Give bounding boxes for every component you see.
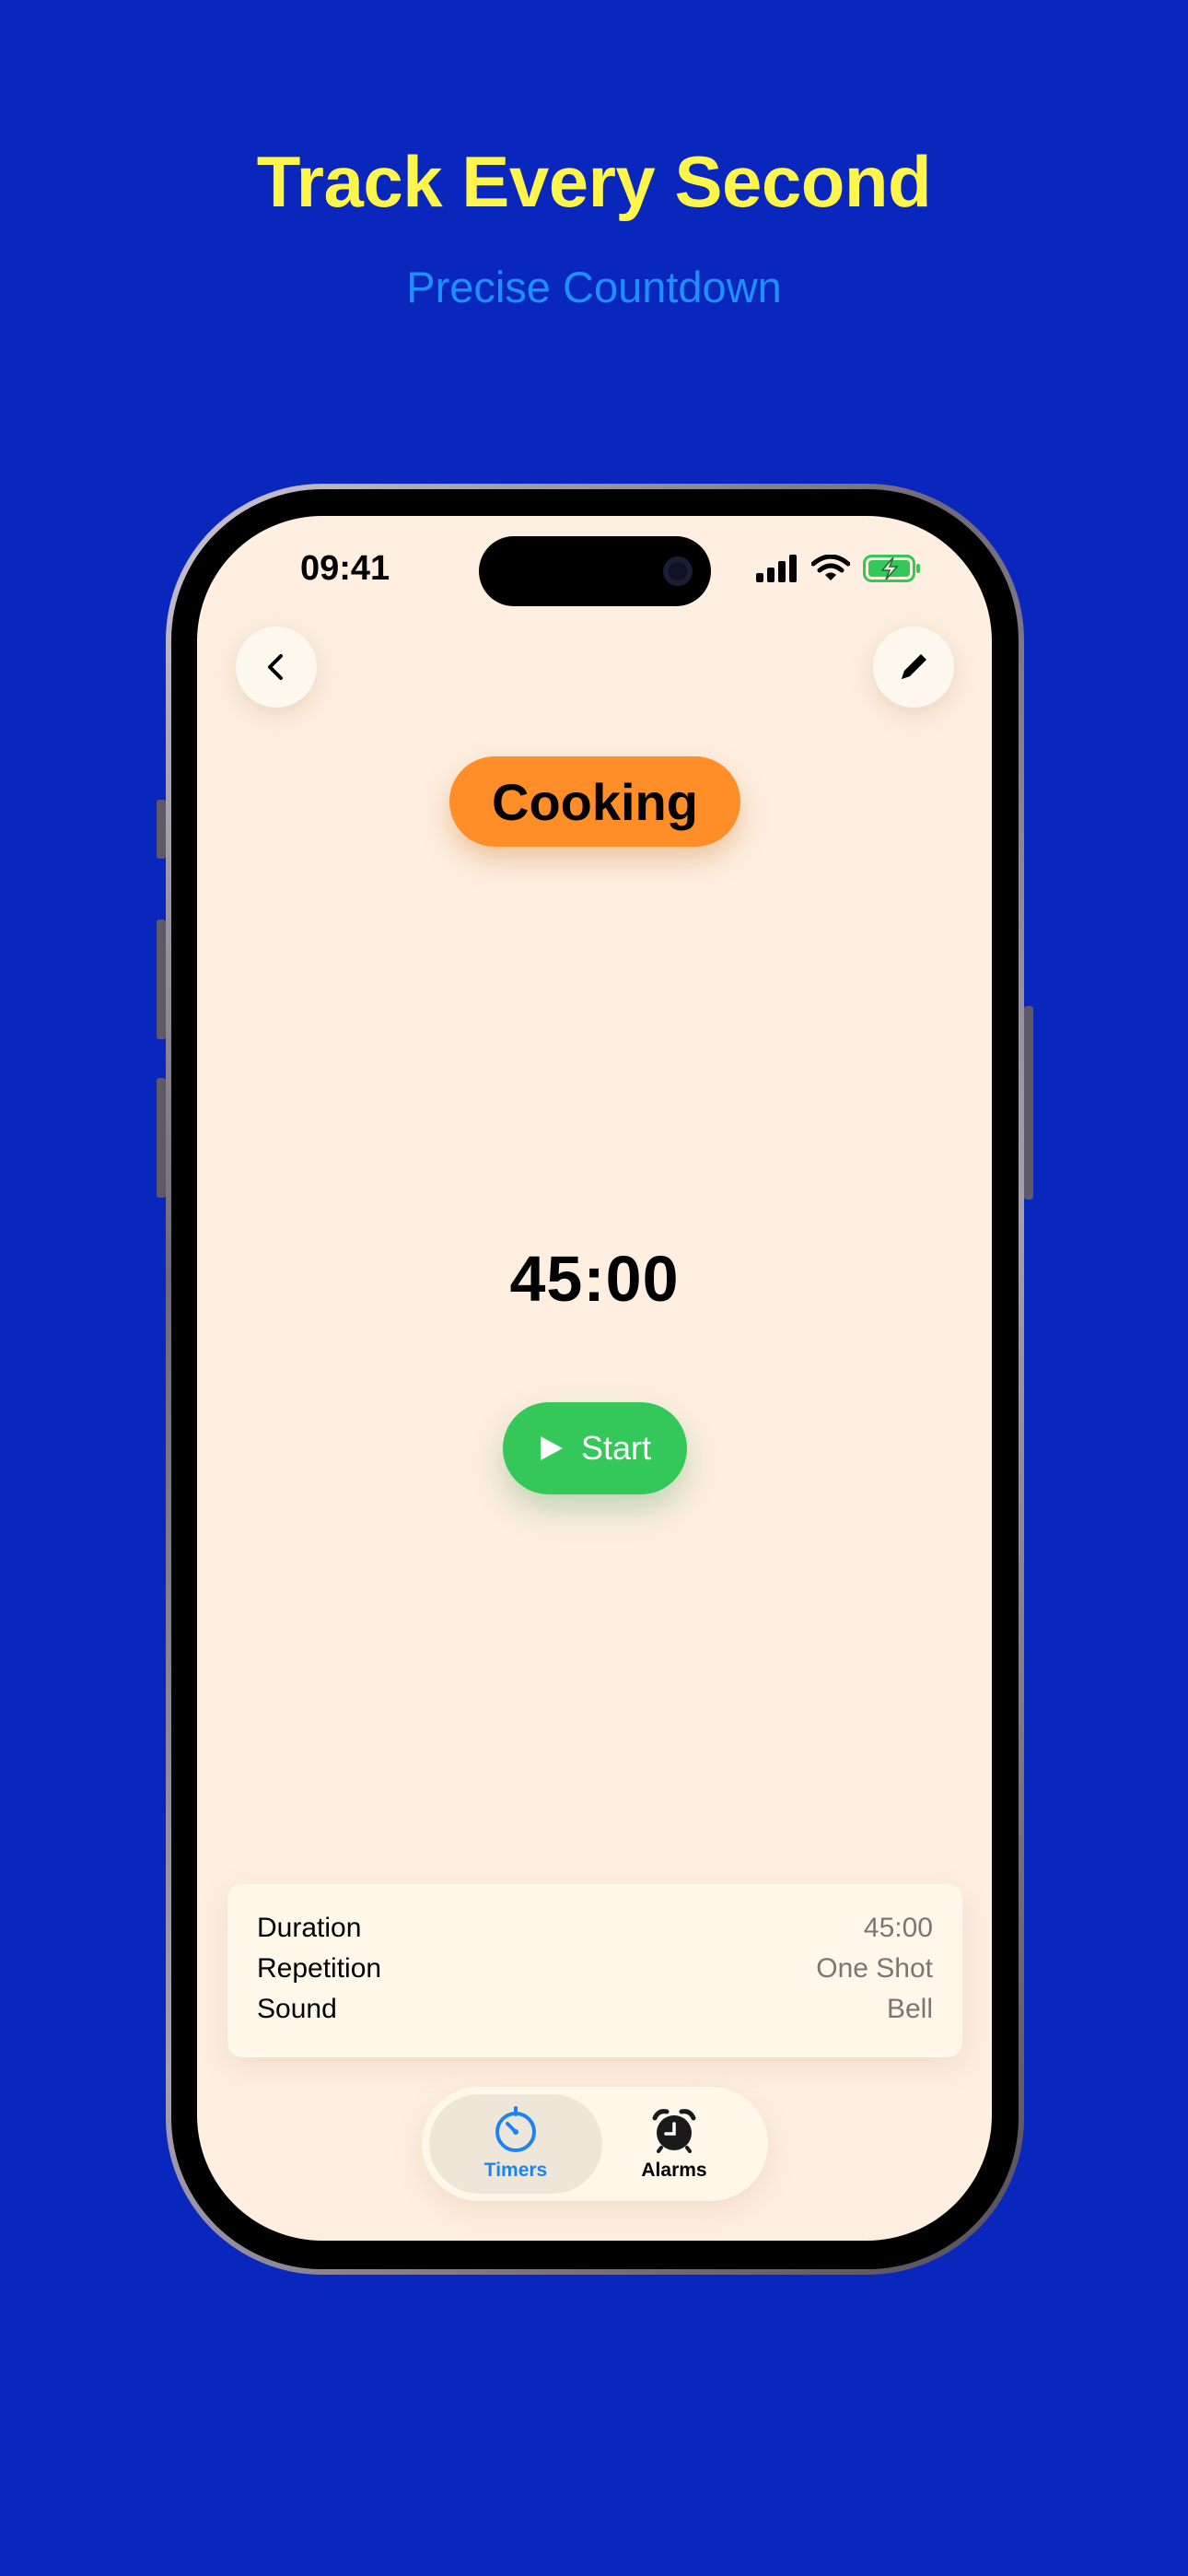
detail-row-duration: Duration 45:00 (257, 1908, 933, 1949)
detail-row-sound: Sound Bell (257, 1989, 933, 2030)
battery-charging-icon (863, 555, 920, 582)
power-button (1024, 1006, 1033, 1200)
volume-down-button (157, 1078, 166, 1198)
stopwatch-icon (495, 2106, 536, 2152)
detail-label: Duration (257, 1913, 362, 1943)
detail-row-repetition: Repetition One Shot (257, 1949, 933, 1989)
back-button[interactable] (236, 626, 317, 708)
pencil-icon (902, 654, 926, 679)
detail-label: Sound (257, 1994, 337, 2024)
headline: Track Every Second (256, 141, 932, 222)
tab-bar: Timers Alarms (422, 2087, 768, 2201)
tab-timers[interactable]: Timers (429, 2094, 602, 2194)
countdown-display: 45:00 (509, 1243, 680, 1315)
detail-value: 45:00 (863, 1913, 933, 1943)
action-button (157, 800, 166, 859)
volume-up-button (157, 919, 166, 1039)
detail-label: Repetition (257, 1953, 382, 1984)
phone-screen: 09:41 Cooking 45:00 Start Duration 45:00… (197, 516, 992, 2241)
detail-value: One Shot (816, 1953, 933, 1984)
cellular-signal-icon (756, 555, 797, 582)
start-button[interactable]: Start (503, 1402, 687, 1494)
alarm-clock-icon (652, 2109, 696, 2153)
tab-label: Timers (483, 2160, 548, 2181)
tab-label: Alarms (641, 2160, 707, 2181)
timer-name-badge: Cooking (449, 756, 740, 847)
play-icon (540, 1436, 563, 1460)
subheadline: Precise Countdown (406, 263, 782, 311)
status-time: 09:41 (300, 549, 390, 588)
start-button-label: Start (580, 1429, 652, 1467)
wifi-icon (811, 555, 850, 580)
detail-value: Bell (886, 1994, 933, 2024)
timer-details-card: Duration 45:00 Repetition One Shot Sound… (227, 1884, 962, 2057)
dynamic-island (479, 536, 711, 606)
status-icons (756, 555, 922, 582)
edit-button[interactable] (873, 626, 954, 708)
chevron-left-icon (268, 654, 283, 680)
tab-alarms[interactable]: Alarms (588, 2094, 761, 2194)
camera-icon (663, 556, 693, 586)
